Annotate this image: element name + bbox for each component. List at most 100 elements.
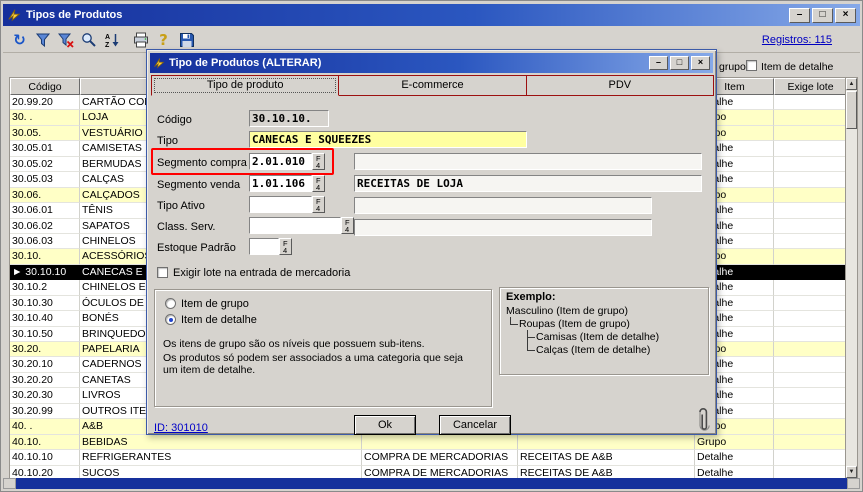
class-serv-input[interactable] [249, 217, 341, 234]
estoque-padrao-label: Estoque Padrão [157, 242, 236, 254]
cell [774, 219, 847, 234]
help-button[interactable]: ? [153, 29, 174, 50]
ok-button[interactable]: Ok [354, 415, 416, 435]
scroll-up-icon[interactable]: ▲ [846, 78, 857, 90]
cell [774, 450, 847, 465]
tab-tipo-de-produto[interactable]: Tipo de produto [151, 75, 339, 96]
vertical-scrollbar[interactable]: ▲ ▼ [845, 78, 857, 478]
cell [774, 234, 847, 249]
column-header-exige-lote[interactable]: Exige lote [774, 78, 847, 95]
cell [774, 296, 847, 311]
minimize-button[interactable]: – [789, 8, 810, 23]
paperclip-icon[interactable] [695, 405, 711, 438]
sort-button[interactable]: AZ [101, 29, 122, 50]
tab-e-commerce[interactable]: E-commerce [339, 75, 526, 96]
dialog-maximize-button[interactable]: □ [670, 56, 689, 70]
cell: 30.10. [10, 249, 80, 264]
exigir-lote-checkbox[interactable] [157, 267, 168, 278]
close-button[interactable]: × [835, 8, 856, 23]
tree-line [527, 337, 535, 338]
dialog-tipo-produtos: Tipo de Produtos (ALTERAR) – □ × Tipo de… [146, 49, 717, 435]
tipo-ativo-f4-button[interactable]: F4 [312, 196, 325, 213]
dialog-body: Tipo de produtoE-commercePDV Código Tipo… [150, 73, 713, 431]
cell: 30.10.30 [10, 296, 80, 311]
estoque-padrao-f4-button[interactable]: F4 [279, 238, 292, 255]
tipo-input[interactable] [249, 131, 527, 148]
dialog-close-button[interactable]: × [691, 56, 710, 70]
resize-grip-right[interactable] [847, 478, 860, 489]
scroll-down-icon[interactable]: ▼ [846, 466, 857, 478]
cell [774, 141, 847, 156]
table-row[interactable]: 40.10.BEBIDASGrupo [10, 435, 847, 450]
item-detalhe-radio[interactable] [165, 314, 176, 325]
cell: SUCOS [80, 466, 362, 479]
filter-button[interactable] [32, 29, 53, 50]
example-tree-root: Masculino (Item de grupo) [506, 305, 628, 317]
dialog-minimize-button[interactable]: – [649, 56, 668, 70]
refresh-button[interactable]: ↻ [9, 29, 30, 50]
cancel-button[interactable]: Cancelar [439, 415, 511, 435]
item-type-groupbox: Item de grupo Item de detalhe Os itens d… [154, 289, 492, 407]
segmento-compra-f4-button[interactable]: F4 [312, 153, 325, 170]
save-button[interactable] [176, 29, 197, 50]
class-serv-f4-button[interactable]: F4 [341, 217, 354, 234]
cell: 30.20.20 [10, 373, 80, 388]
refresh-icon: ↻ [13, 31, 26, 49]
filter-clear-button[interactable] [55, 29, 76, 50]
cell: 30.10.50 [10, 327, 80, 342]
tipo-ativo-desc-input [354, 197, 652, 214]
tree-line [510, 324, 518, 325]
cell: 40.10.10 [10, 450, 80, 465]
print-button[interactable] [130, 29, 151, 50]
svg-text:Z: Z [105, 42, 110, 48]
codigo-label: Código [157, 114, 192, 126]
cell [774, 265, 847, 280]
item-detalhe-radio-label: Item de detalhe [181, 314, 257, 326]
table-row[interactable]: 40.10.20SUCOSCOMPRA DE MERCADORIASRECEIT… [10, 466, 847, 479]
item-grupo-label: Item de grupo [181, 298, 249, 310]
dialog-titlebar[interactable]: Tipo de Produtos (ALTERAR) – □ × [150, 53, 713, 73]
example-title: Exemplo: [506, 291, 556, 303]
cell: 30.20.30 [10, 388, 80, 403]
zoom-button[interactable] [78, 29, 99, 50]
cell: Detalhe [695, 466, 774, 479]
class-serv-desc-input [354, 219, 652, 236]
window-title: Tipos de Produtos [26, 9, 122, 21]
scroll-thumb[interactable] [846, 91, 857, 129]
id-link[interactable]: ID: 301010 [154, 422, 208, 434]
segmento-venda-desc-input [354, 175, 702, 192]
cell: RECEITAS DE A&B [518, 466, 695, 479]
cell [774, 327, 847, 342]
cell: 40. . [10, 419, 80, 434]
cell [774, 388, 847, 403]
column-header-codigo[interactable]: Código [10, 78, 80, 95]
cell: 30.10.40 [10, 311, 80, 326]
maximize-button[interactable]: □ [812, 8, 833, 23]
example-tree-leaf1: Camisas (Item de detalhe) [536, 331, 659, 343]
cell [774, 404, 847, 419]
main-titlebar[interactable]: Tipos de Produtos – □ × [3, 4, 860, 26]
registros-link[interactable]: Registros: 115 [762, 34, 832, 46]
tab-pdv[interactable]: PDV [527, 75, 714, 96]
print-icon [133, 32, 149, 48]
resize-grip-left[interactable] [3, 478, 16, 489]
segmento-compra-input[interactable] [249, 153, 312, 170]
estoque-padrao-input[interactable] [249, 238, 279, 255]
cell [774, 249, 847, 264]
item-grupo-radio[interactable] [165, 298, 176, 309]
item-detalhe-checkbox[interactable] [746, 60, 757, 71]
codigo-input[interactable] [249, 110, 329, 127]
table-row[interactable]: 40.10.10REFRIGERANTESCOMPRA DE MERCADORI… [10, 450, 847, 465]
help-line-1: Os itens de grupo são os níveis que poss… [163, 338, 424, 350]
cell: 30.20.10 [10, 357, 80, 372]
cell: 30.10.2 [10, 280, 80, 295]
tipo-ativo-input[interactable] [249, 196, 312, 213]
segmento-venda-input[interactable] [249, 175, 312, 192]
segmento-venda-f4-button[interactable]: F4 [312, 175, 325, 192]
cell: 30.20. [10, 342, 80, 357]
cell [774, 373, 847, 388]
cell: 30.05.03 [10, 172, 80, 187]
cell: 30.05.02 [10, 157, 80, 172]
example-tree-child: Roupas (Item de grupo) [519, 318, 630, 330]
dialog-icon [153, 57, 165, 69]
